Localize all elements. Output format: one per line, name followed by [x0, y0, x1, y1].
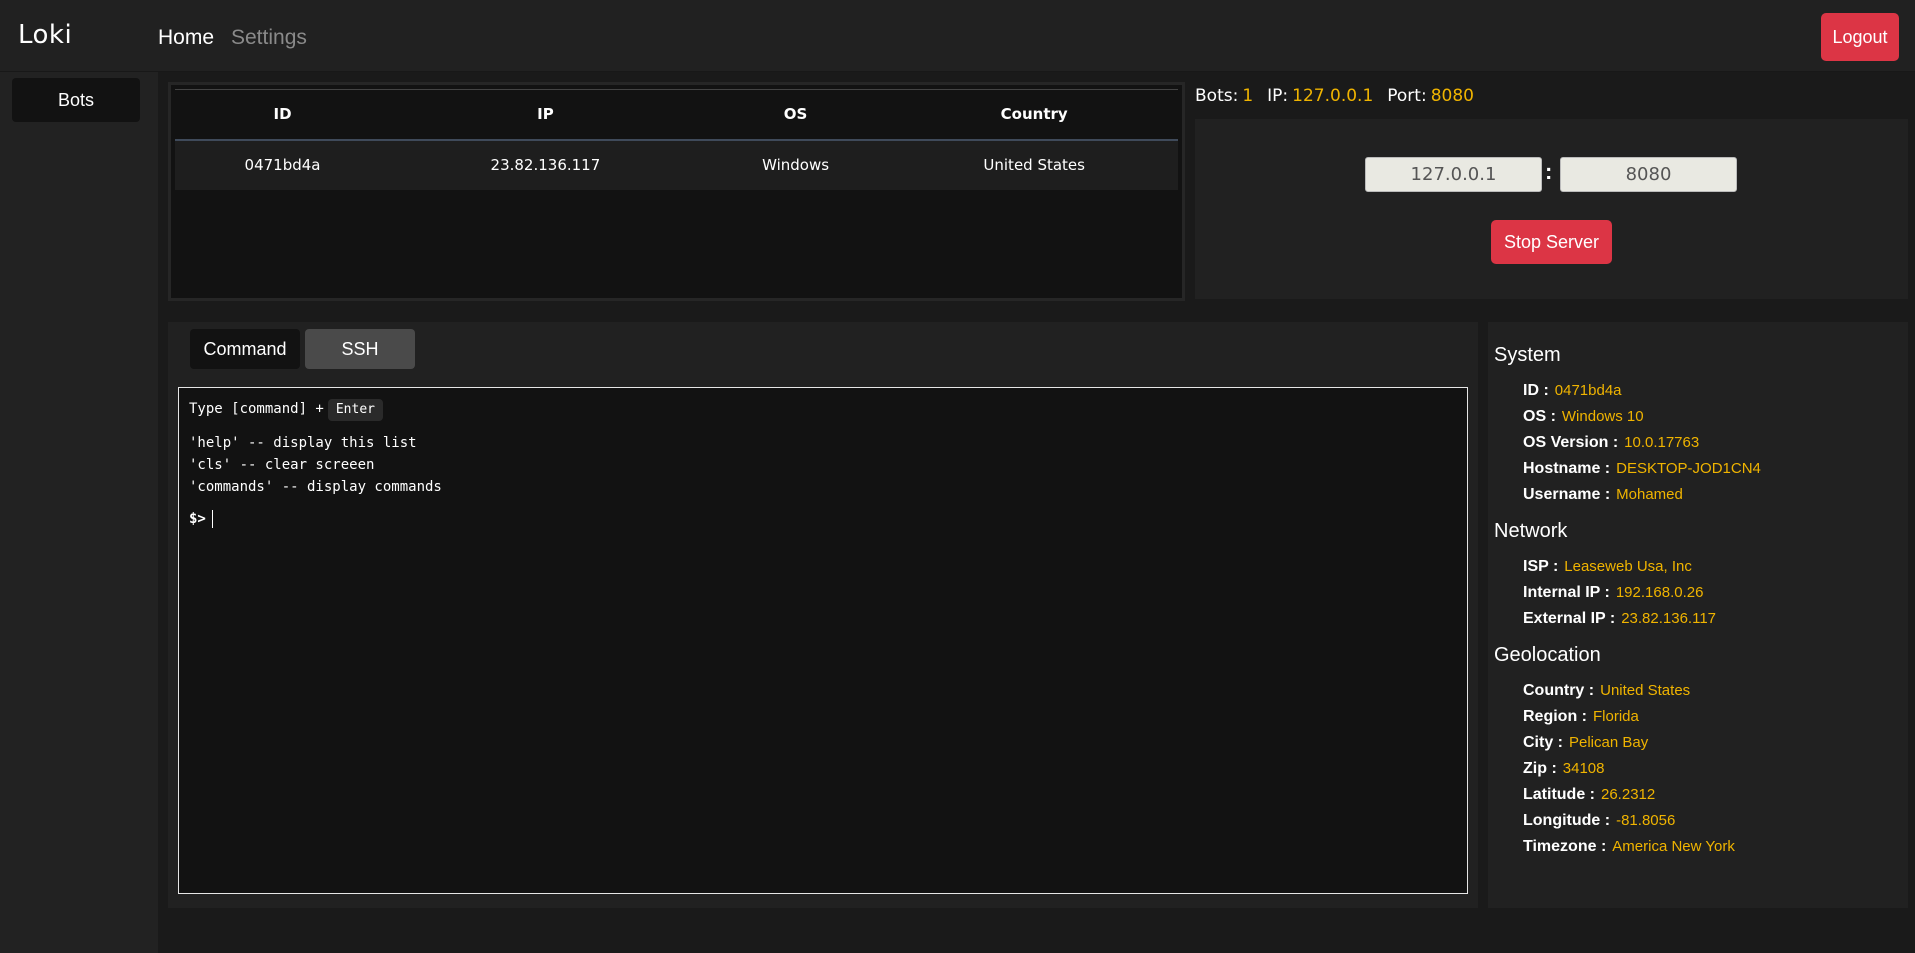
brand-logo[interactable]: Loki: [18, 20, 72, 50]
detail-row-zip: Zip : 34108: [1523, 756, 1908, 782]
detail-value: Mohamed: [1616, 486, 1683, 503]
cell-os: Windows: [700, 139, 891, 190]
terminal-output-line: 'commands' -- display commands: [189, 479, 442, 495]
geolocation-title: Geolocation: [1494, 644, 1601, 666]
detail-key: OS Version :: [1523, 434, 1619, 451]
detail-value: DESKTOP-JOD1CN4: [1616, 460, 1761, 477]
detail-row-isp: ISP : Leaseweb Usa, Inc: [1523, 554, 1908, 580]
cell-ip: 23.82.136.117: [390, 139, 701, 190]
server-control-panel: : Stop Server: [1195, 119, 1908, 299]
server-port-input[interactable]: [1560, 157, 1737, 192]
bots-table-panel: ID IP OS Country 0471bd4a 23.82.136.117 …: [168, 82, 1185, 301]
column-header-country: Country: [890, 89, 1178, 141]
detail-row-id: ID : 0471bd4a: [1523, 378, 1908, 404]
tab-command[interactable]: Command: [190, 329, 300, 369]
server-port-value: 8080: [1430, 86, 1474, 106]
top-navbar: Loki Home Settings Logout: [0, 0, 1915, 72]
detail-value: 23.82.136.117: [1621, 610, 1716, 627]
detail-key: Timezone :: [1523, 838, 1607, 855]
terminal-console[interactable]: Type [command] + Enter 'help' -- display …: [178, 387, 1468, 894]
detail-key: Username :: [1523, 486, 1611, 503]
detail-key: Internal IP :: [1523, 584, 1610, 601]
detail-row-username: Username : Mohamed: [1523, 482, 1908, 508]
table-row[interactable]: 0471bd4a 23.82.136.117 Windows United St…: [175, 139, 1178, 190]
terminal-panel: Command SSH Type [command] + Enter 'help'…: [168, 322, 1478, 908]
bots-table: ID IP OS Country 0471bd4a 23.82.136.117 …: [175, 89, 1178, 190]
detail-row-country: Country : United States: [1523, 678, 1908, 704]
network-section: Network ISP : Leaseweb Usa, Inc Internal …: [1494, 518, 1908, 632]
detail-key: Region :: [1523, 708, 1587, 725]
detail-value: America New York: [1612, 838, 1735, 855]
detail-value: Florida: [1593, 708, 1639, 725]
detail-row-city: City : Pelican Bay: [1523, 730, 1908, 756]
detail-value: 10.0.17763: [1624, 434, 1700, 451]
column-header-os: OS: [700, 89, 891, 141]
detail-row-os-version: OS Version : 10.0.17763: [1523, 430, 1908, 456]
detail-value: 192.168.0.26: [1615, 584, 1704, 601]
bot-details-panel: System ID : 0471bd4a OS : Windows 10 OS Ve…: [1488, 322, 1908, 908]
bots-count-label: Bots:: [1195, 86, 1239, 106]
detail-key: Longitude :: [1523, 812, 1611, 829]
detail-value: United States: [1600, 682, 1691, 699]
detail-key: Zip :: [1523, 760, 1557, 777]
detail-row-hostname: Hostname : DESKTOP-JOD1CN4: [1523, 456, 1908, 482]
detail-value: 26.2312: [1601, 786, 1656, 803]
detail-key: City :: [1523, 734, 1563, 751]
terminal-prompt[interactable]: $>: [189, 510, 1457, 528]
detail-value: Leaseweb Usa, Inc: [1564, 558, 1692, 575]
detail-key: External IP :: [1523, 610, 1616, 627]
detail-key: OS :: [1523, 408, 1556, 425]
server-port-label: Port:: [1387, 86, 1427, 106]
enter-key-badge: Enter: [327, 399, 383, 421]
hint-text: Type [command] +: [189, 401, 324, 417]
server-status-bar: Bots: 1 IP: 127.0.0.1 Port: 8080: [1195, 86, 1488, 106]
ip-port-separator: :: [1545, 159, 1553, 184]
detail-key: Hostname :: [1523, 460, 1611, 477]
detail-row-longitude: Longitude : -81.8056: [1523, 808, 1908, 834]
cell-id: 0471bd4a: [175, 139, 391, 190]
sidebar: Bots: [0, 72, 158, 953]
detail-value: Windows 10: [1561, 408, 1644, 425]
nav-settings-link[interactable]: Settings: [231, 26, 307, 50]
system-section: System ID : 0471bd4a OS : Windows 10 OS Ve…: [1494, 342, 1908, 508]
logout-button[interactable]: Logout: [1821, 13, 1899, 61]
terminal-output-line: 'cls' -- clear screeen: [189, 457, 375, 473]
terminal-hint: Type [command] + Enter: [189, 398, 1457, 421]
detail-row-timezone: Timezone : America New York: [1523, 834, 1908, 860]
nav-home-link[interactable]: Home: [158, 26, 214, 50]
server-ip-label: IP:: [1267, 86, 1289, 106]
network-title: Network: [1494, 520, 1568, 542]
detail-value: 34108: [1562, 760, 1605, 777]
sidebar-item-bots[interactable]: Bots: [12, 78, 140, 122]
cell-country: United States: [890, 139, 1178, 190]
detail-row-latitude: Latitude : 26.2312: [1523, 782, 1908, 808]
tab-ssh[interactable]: SSH: [305, 329, 415, 369]
column-header-id: ID: [175, 89, 391, 141]
server-ip-input[interactable]: [1365, 157, 1542, 192]
detail-value: 0471bd4a: [1554, 382, 1622, 399]
column-header-ip: IP: [390, 89, 701, 141]
text-cursor: [211, 510, 213, 528]
stop-server-button[interactable]: Stop Server: [1491, 220, 1612, 264]
geolocation-section: Geolocation Country : United States Regio…: [1494, 642, 1908, 860]
table-header-row: ID IP OS Country: [175, 89, 1178, 141]
detail-key: ID :: [1523, 382, 1549, 399]
detail-row-region: Region : Florida: [1523, 704, 1908, 730]
system-title: System: [1494, 344, 1561, 366]
prompt-symbol: $>: [189, 511, 206, 527]
detail-key: Country :: [1523, 682, 1595, 699]
bots-count-value: 1: [1242, 86, 1254, 106]
detail-value: -81.8056: [1616, 812, 1676, 829]
detail-key: Latitude :: [1523, 786, 1595, 803]
detail-value: Pelican Bay: [1569, 734, 1649, 751]
detail-key: ISP :: [1523, 558, 1559, 575]
detail-row-os: OS : Windows 10: [1523, 404, 1908, 430]
detail-row-external-ip: External IP : 23.82.136.117: [1523, 606, 1908, 632]
server-ip-value: 127.0.0.1: [1292, 86, 1374, 106]
terminal-output-line: 'help' -- display this list: [189, 435, 417, 451]
detail-row-internal-ip: Internal IP : 192.168.0.26: [1523, 580, 1908, 606]
